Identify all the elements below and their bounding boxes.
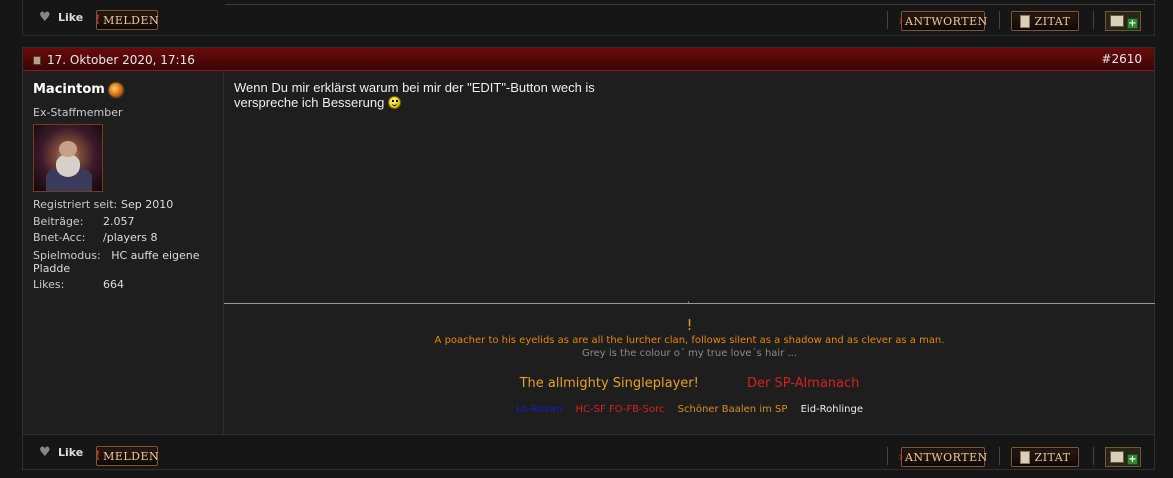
multiquote-button[interactable]: + <box>1105 447 1141 467</box>
stat-posts: Beiträge: 2.057 <box>33 214 213 231</box>
quote-icon <box>1019 14 1030 28</box>
username[interactable]: Macintom <box>33 82 123 97</box>
avatar[interactable] <box>33 124 103 192</box>
exclamation-icon: ! <box>94 12 102 28</box>
separator <box>1093 11 1094 29</box>
quote-button[interactable]: ZITAT <box>1011 447 1079 467</box>
stat-label: Likes: <box>33 277 65 291</box>
heart-icon: ♥ <box>39 444 51 460</box>
stat-value: Sep 2010 <box>121 198 174 211</box>
signature-link-almanach[interactable]: Der SP-Almanach <box>747 376 859 391</box>
signature-quote: Grey is the colour o´ my true love´s hai… <box>581 348 798 359</box>
report-label: MELDEN <box>103 449 160 463</box>
post: 17. Oktober 2020, 17:16 #2610 Macintom E… <box>22 47 1155 470</box>
stat-gamemode: Spielmodus: HC auffe eigene Pladde <box>33 249 213 275</box>
signature-links: Lo-Rovan HC-SF FO-FB-Sorc Schöner Baalen… <box>224 404 1155 415</box>
document-icon <box>1110 15 1124 27</box>
report-label: MELDEN <box>103 13 160 27</box>
username-text: Macintom <box>33 82 105 97</box>
post-icon <box>33 55 41 65</box>
quote-label: ZITAT <box>1034 450 1071 464</box>
separator <box>999 447 1000 465</box>
separator <box>999 11 1000 29</box>
signature-divider <box>224 303 1155 304</box>
like-label: Like <box>58 11 84 24</box>
previous-post-footer: ♥ Like ! MELDEN › ANTWORTEN ZITAT + <box>22 0 1155 36</box>
stat-label: Registriert seit: <box>33 198 118 211</box>
reply-button[interactable]: › ANTWORTEN <box>898 11 988 31</box>
plus-icon: + <box>1127 454 1138 465</box>
separator <box>1093 447 1094 465</box>
signature-exclaim: ! <box>686 316 693 334</box>
avatar-face <box>59 141 77 157</box>
signature-link[interactable]: Lo-Rovan <box>516 404 562 415</box>
heart-icon: ♥ <box>39 9 51 25</box>
report-button[interactable]: ! MELDEN <box>94 446 160 466</box>
avatar-beard <box>56 155 80 177</box>
signature-divider <box>225 4 1155 5</box>
stat-value: /players 8 <box>103 231 158 244</box>
online-status-icon <box>108 82 123 97</box>
quote-button[interactable]: ZITAT <box>1011 11 1079 31</box>
report-button[interactable]: ! MELDEN <box>94 10 160 30</box>
user-stats: Registriert seit: Sep 2010 Beiträge: 2.0… <box>33 197 213 293</box>
stat-label: Beiträge: <box>33 214 84 228</box>
divider-mark <box>688 301 689 303</box>
reply-label: ANTWORTEN <box>904 14 988 28</box>
like-button[interactable]: ♥ Like <box>39 9 84 25</box>
signature-links: The allmighty Singleplayer! Der SP-Alman… <box>224 376 1155 391</box>
stat-likes: Likes: 664 <box>33 277 213 294</box>
signature-link[interactable]: Schöner Baalen im SP <box>678 404 788 415</box>
stat-label: Spielmodus: <box>33 248 101 262</box>
document-icon <box>1110 451 1124 463</box>
separator <box>887 11 888 29</box>
post-date-text: 17. Oktober 2020, 17:16 <box>47 53 195 67</box>
message-body: Wenn Du mir erklärst warum bei mir der "… <box>234 80 595 110</box>
quote-label: ZITAT <box>1034 14 1071 28</box>
signature-link[interactable]: HC-SF FO-FB-Sorc <box>576 404 665 415</box>
stat-bnet: Bnet-Acc: /players 8 <box>33 230 213 247</box>
like-label: Like <box>58 446 84 459</box>
post-date: 17. Oktober 2020, 17:16 <box>33 53 195 67</box>
smiley-icon <box>387 96 401 109</box>
message-line: Wenn Du mir erklärst warum bei mir der "… <box>234 80 595 95</box>
signature: ! A poacher to his eyelids as are all th… <box>224 316 1155 415</box>
post-footer: ♥ Like ! MELDEN › ANTWORTEN ZITAT + <box>23 434 1154 469</box>
stat-registered: Registriert seit: Sep 2010 <box>33 197 213 214</box>
signature-quote: A poacher to his eyelids as are all the … <box>434 335 945 346</box>
signature-link[interactable]: Eid-Rohlinge <box>801 404 863 415</box>
message-line: verspreche ich Besserung <box>234 95 385 110</box>
post-number-link[interactable]: #2610 <box>1101 52 1142 66</box>
reply-button[interactable]: › ANTWORTEN <box>898 447 988 467</box>
arrow-icon: › <box>898 13 904 29</box>
quote-icon <box>1019 450 1030 464</box>
stat-label: Bnet-Acc: <box>33 231 86 244</box>
plus-icon: + <box>1127 18 1138 29</box>
post-content: Wenn Du mir erklärst warum bei mir der "… <box>223 71 1155 434</box>
arrow-icon: › <box>898 449 904 465</box>
separator <box>887 447 888 465</box>
user-title: Ex-Staffmember <box>33 106 123 119</box>
post-header: 17. Oktober 2020, 17:16 #2610 <box>23 48 1154 71</box>
like-button[interactable]: ♥ Like <box>39 444 84 460</box>
reply-label: ANTWORTEN <box>904 450 988 464</box>
stat-value: 664 <box>103 277 124 291</box>
user-sidebar: Macintom Ex-Staffmember Registriert seit… <box>23 71 223 469</box>
exclamation-icon: ! <box>94 448 102 464</box>
multiquote-button[interactable]: + <box>1105 11 1141 31</box>
stat-value: 2.057 <box>103 214 135 228</box>
signature-link-singleplayer[interactable]: The allmighty Singleplayer! <box>520 376 699 391</box>
